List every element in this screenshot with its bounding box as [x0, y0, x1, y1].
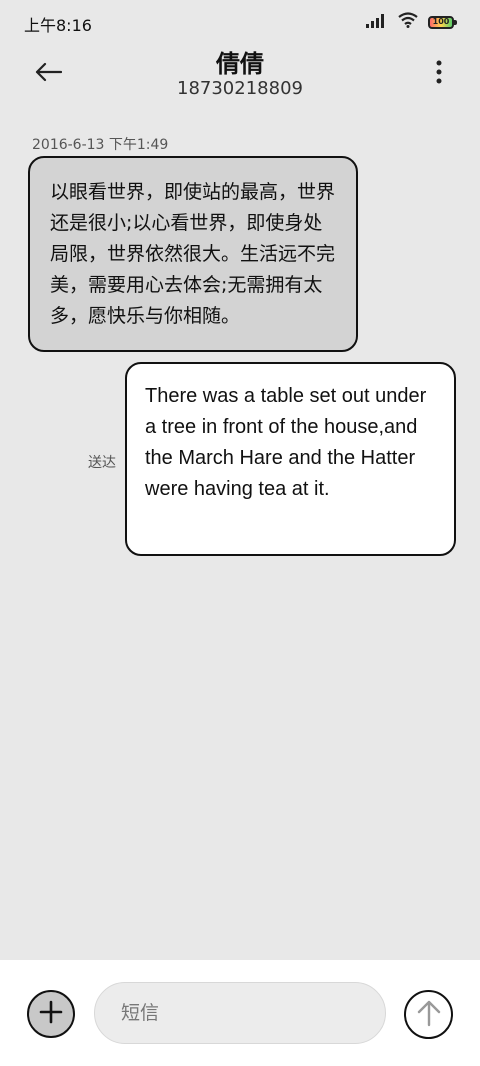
- contact-phone-number: 18730218809: [177, 78, 303, 99]
- send-button[interactable]: [404, 990, 453, 1039]
- message-timestamp: 2016-6-13 下午1:49: [32, 137, 169, 153]
- add-attachment-button[interactable]: [27, 990, 75, 1038]
- conversation-header: 倩倩 18730218809: [0, 44, 480, 110]
- contact-name: 倩倩: [216, 50, 264, 78]
- status-bar: 上午8:16 100: [0, 0, 480, 44]
- sms-input[interactable]: [94, 982, 386, 1044]
- status-time: 上午8:16: [24, 16, 92, 35]
- delivery-status: 送达: [88, 455, 116, 471]
- plus-icon: [39, 1000, 63, 1028]
- composer-bar: [0, 960, 480, 1066]
- more-vertical-icon: [436, 60, 442, 88]
- outgoing-message-bubble[interactable]: There was a table set out under a tree i…: [125, 362, 456, 556]
- incoming-message-bubble[interactable]: 以眼看世界，即使站的最高，世界还是很小;以心看世界，即使身处局限，世界依然很大。…: [28, 156, 358, 352]
- send-arrow-up-icon: [417, 999, 441, 1031]
- wifi-icon: [398, 12, 418, 32]
- more-options-button[interactable]: [424, 54, 454, 94]
- status-icons: 100: [366, 12, 457, 32]
- signal-icon: [366, 13, 388, 32]
- battery-level: 100: [432, 17, 450, 26]
- battery-icon: 100: [428, 15, 457, 29]
